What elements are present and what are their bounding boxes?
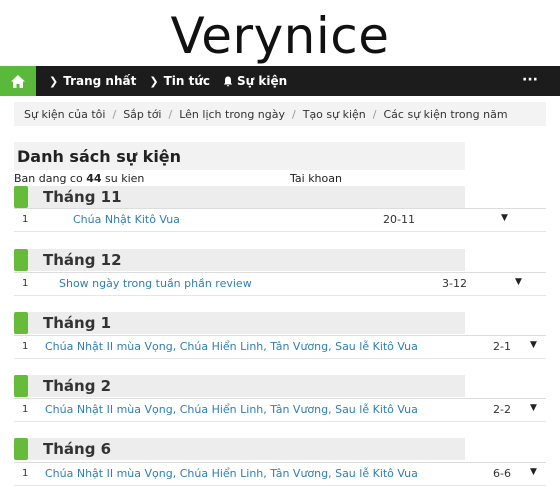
count-value: 44 — [86, 172, 102, 185]
month-marker — [14, 375, 28, 397]
event-date: 6-6 — [493, 467, 511, 480]
event-link[interactable]: Chúa Nhật Kitô Vua — [73, 213, 180, 226]
caret-down-icon[interactable]: ▼ — [530, 467, 537, 477]
month-marker — [14, 438, 28, 460]
breadcrumb-upcoming[interactable]: Sắp tới — [123, 108, 161, 121]
event-link[interactable]: Chúa Nhật II mùa Vọng, Chúa Hiển Linh, T… — [45, 403, 418, 416]
month-label: Tháng 11 — [43, 188, 122, 206]
count-suffix: su kien — [105, 172, 145, 185]
main-navbar: ❯ Trang nhất ❯ Tin tức Sự kiện ··· — [0, 66, 560, 96]
more-menu-button[interactable]: ··· — [522, 66, 538, 96]
column-header-account: Tai khoan — [290, 172, 342, 185]
caret-down-icon[interactable]: ▼ — [530, 340, 537, 350]
nav-item-label: Sự kiện — [236, 74, 288, 88]
nav-item-tin-tuc[interactable]: ❯ Tin tức — [149, 74, 210, 88]
bell-icon — [223, 76, 233, 87]
table-row: 1 Chúa Nhật II mùa Vọng, Chúa Hiển Linh,… — [14, 398, 546, 422]
month-header: Tháng 11 — [14, 186, 465, 208]
month-header: Tháng 12 — [14, 249, 465, 271]
home-button[interactable] — [0, 66, 36, 96]
count-prefix: Ban dang co — [14, 172, 83, 185]
row-number: 1 — [22, 404, 29, 415]
site-logo: Verynice — [170, 7, 390, 65]
breadcrumb-daily-schedule[interactable]: Lên lịch trong ngày — [179, 108, 285, 121]
month-header: Tháng 2 — [14, 375, 465, 397]
row-number: 1 — [22, 468, 29, 479]
breadcrumb: Sự kiện của tôi / Sắp tới / Lên lịch tro… — [14, 102, 546, 126]
breadcrumb-create-event[interactable]: Tạo sự kiện — [303, 108, 366, 121]
nav-item-trang-nhat[interactable]: ❯ Trang nhất — [49, 74, 136, 88]
month-marker — [14, 249, 28, 271]
row-number: 1 — [22, 341, 29, 352]
month-header: Tháng 1 — [14, 312, 465, 334]
row-number: 1 — [22, 214, 29, 225]
breadcrumb-my-events[interactable]: Sự kiện của tôi — [24, 108, 105, 121]
month-marker — [14, 312, 28, 334]
event-link[interactable]: Chúa Nhật II mùa Vọng, Chúa Hiển Linh, T… — [45, 340, 418, 353]
table-row: 1 Chúa Nhật II mùa Vọng, Chúa Hiển Linh,… — [14, 462, 546, 486]
page-title: Danh sách sự kiện — [17, 147, 182, 166]
chevron-right-icon: ❯ — [49, 74, 59, 88]
breadcrumb-yearly-events[interactable]: Các sự kiện trong năm — [384, 108, 508, 121]
page-title-box: Danh sách sự kiện — [14, 142, 465, 170]
nav-item-label: Tin tức — [163, 74, 210, 88]
event-count: Ban dang co 44 su kien — [14, 172, 144, 185]
row-number: 1 — [22, 278, 29, 289]
month-marker — [14, 186, 28, 208]
month-header: Tháng 6 — [14, 438, 465, 460]
month-label: Tháng 6 — [43, 440, 112, 458]
event-date: 2-2 — [493, 403, 511, 416]
breadcrumb-separator: / — [112, 107, 117, 121]
nav-item-label: Trang nhất — [63, 74, 137, 88]
month-label: Tháng 1 — [43, 314, 112, 332]
event-link[interactable]: Chúa Nhật II mùa Vọng, Chúa Hiển Linh, T… — [45, 467, 418, 480]
table-row: 1 Chúa Nhật Kitô Vua 20-11 ▼ — [14, 208, 546, 232]
table-row: 1 Chúa Nhật II mùa Vọng, Chúa Hiển Linh,… — [14, 335, 546, 359]
nav-item-su-kien[interactable]: Sự kiện — [223, 74, 287, 88]
event-date: 3-12 — [442, 277, 467, 290]
caret-down-icon[interactable]: ▼ — [515, 277, 522, 287]
event-date: 2-1 — [493, 340, 511, 353]
month-label: Tháng 12 — [43, 251, 122, 269]
home-icon — [11, 74, 25, 88]
caret-down-icon[interactable]: ▼ — [501, 213, 508, 223]
breadcrumb-separator: / — [168, 107, 173, 121]
event-date: 20-11 — [383, 213, 415, 226]
breadcrumb-separator: / — [292, 107, 296, 121]
breadcrumb-separator: / — [372, 107, 377, 121]
table-row: 1 Show ngày trong tuần phần review 3-12 … — [14, 272, 546, 296]
caret-down-icon[interactable]: ▼ — [530, 403, 537, 413]
month-label: Tháng 2 — [43, 377, 112, 395]
chevron-right-icon: ❯ — [149, 74, 159, 88]
event-link[interactable]: Show ngày trong tuần phần review — [59, 277, 252, 290]
